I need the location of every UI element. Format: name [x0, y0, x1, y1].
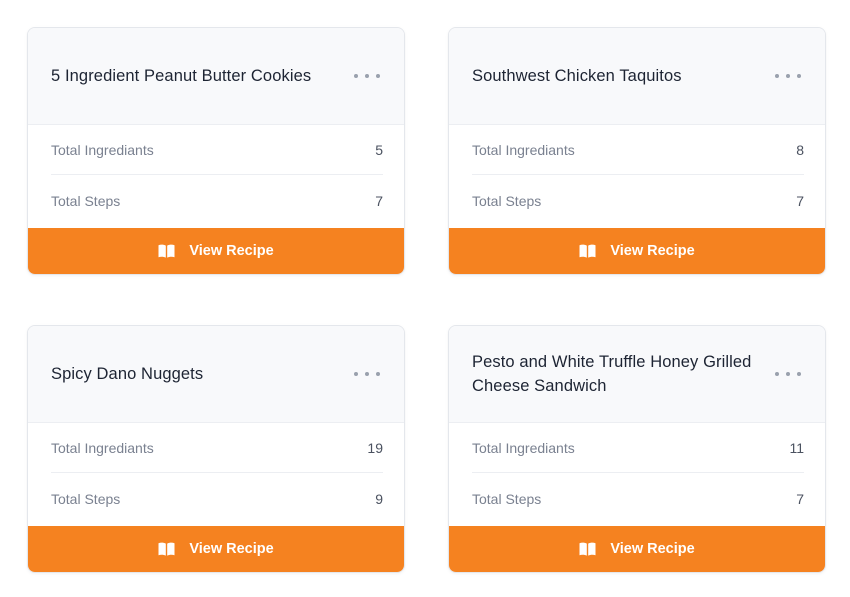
menu-dot: [797, 372, 801, 376]
view-recipe-button[interactable]: View Recipe: [449, 526, 825, 572]
book-open-icon: [158, 244, 175, 258]
ingredients-count: 19: [367, 440, 383, 456]
menu-dot: [376, 372, 380, 376]
menu-dot: [797, 74, 801, 78]
recipe-title: Spicy Dano Nuggets: [51, 365, 204, 383]
recipe-card: 5 Ingredient Peanut Butter Cookies Total…: [27, 27, 405, 275]
steps-label: Total Steps: [472, 192, 542, 209]
menu-dot: [775, 74, 779, 78]
menu-dot: [354, 372, 358, 376]
ingredients-label: Total Ingrediants: [472, 440, 575, 456]
steps-count: 9: [375, 490, 383, 507]
ingredients-label: Total Ingrediants: [51, 142, 154, 158]
view-recipe-button[interactable]: View Recipe: [449, 228, 825, 274]
menu-dot: [354, 74, 358, 78]
view-recipe-button[interactable]: View Recipe: [28, 228, 404, 274]
ingredients-row: Total Ingrediants 8: [472, 126, 804, 175]
steps-row: Total Steps 7: [472, 176, 804, 225]
steps-count: 7: [375, 192, 383, 209]
view-recipe-label: View Recipe: [610, 541, 695, 557]
view-recipe-label: View Recipe: [610, 243, 695, 259]
ingredients-count: 5: [375, 142, 383, 158]
book-open-icon: [579, 542, 596, 556]
recipe-title: 5 Ingredient Peanut Butter Cookies: [51, 67, 312, 85]
recipe-grid: 5 Ingredient Peanut Butter Cookies Total…: [0, 0, 850, 597]
menu-dot: [775, 372, 779, 376]
steps-row: Total Steps 7: [472, 474, 804, 523]
steps-row: Total Steps 7: [51, 176, 383, 225]
more-options-icon[interactable]: [775, 68, 801, 84]
menu-dot: [786, 74, 790, 78]
view-recipe-label: View Recipe: [189, 541, 274, 557]
more-options-icon[interactable]: [354, 68, 380, 84]
ingredients-count: 8: [796, 142, 804, 158]
ingredients-label: Total Ingrediants: [51, 440, 154, 456]
steps-label: Total Steps: [51, 192, 121, 209]
steps-count: 7: [796, 192, 804, 209]
recipe-title: Southwest Chicken Taquitos: [472, 67, 682, 85]
menu-dot: [365, 372, 369, 376]
ingredients-row: Total Ingrediants 11: [472, 424, 804, 473]
recipe-title: Pesto and White Truffle Honey Grilled Ch…: [472, 353, 752, 395]
card-header: Southwest Chicken Taquitos: [449, 28, 825, 125]
ingredients-row: Total Ingrediants 5: [51, 126, 383, 175]
menu-dot: [365, 74, 369, 78]
view-recipe-label: View Recipe: [189, 243, 274, 259]
recipe-card: Pesto and White Truffle Honey Grilled Ch…: [448, 325, 826, 573]
book-open-icon: [579, 244, 596, 258]
more-options-icon[interactable]: [775, 366, 801, 382]
menu-dot: [376, 74, 380, 78]
card-header: 5 Ingredient Peanut Butter Cookies: [28, 28, 404, 125]
ingredients-count: 11: [789, 440, 804, 456]
menu-dot: [786, 372, 790, 376]
more-options-icon[interactable]: [354, 366, 380, 382]
book-open-icon: [158, 542, 175, 556]
recipe-card: Southwest Chicken Taquitos Total Ingredi…: [448, 27, 826, 275]
recipe-card: Spicy Dano Nuggets Total Ingrediants 19 …: [27, 325, 405, 573]
steps-label: Total Steps: [472, 490, 542, 507]
steps-row: Total Steps 9: [51, 474, 383, 523]
ingredients-label: Total Ingrediants: [472, 142, 575, 158]
ingredients-row: Total Ingrediants 19: [51, 424, 383, 473]
steps-label: Total Steps: [51, 490, 121, 507]
card-header: Spicy Dano Nuggets: [28, 326, 404, 423]
card-header: Pesto and White Truffle Honey Grilled Ch…: [449, 326, 825, 423]
view-recipe-button[interactable]: View Recipe: [28, 526, 404, 572]
steps-count: 7: [796, 490, 804, 507]
